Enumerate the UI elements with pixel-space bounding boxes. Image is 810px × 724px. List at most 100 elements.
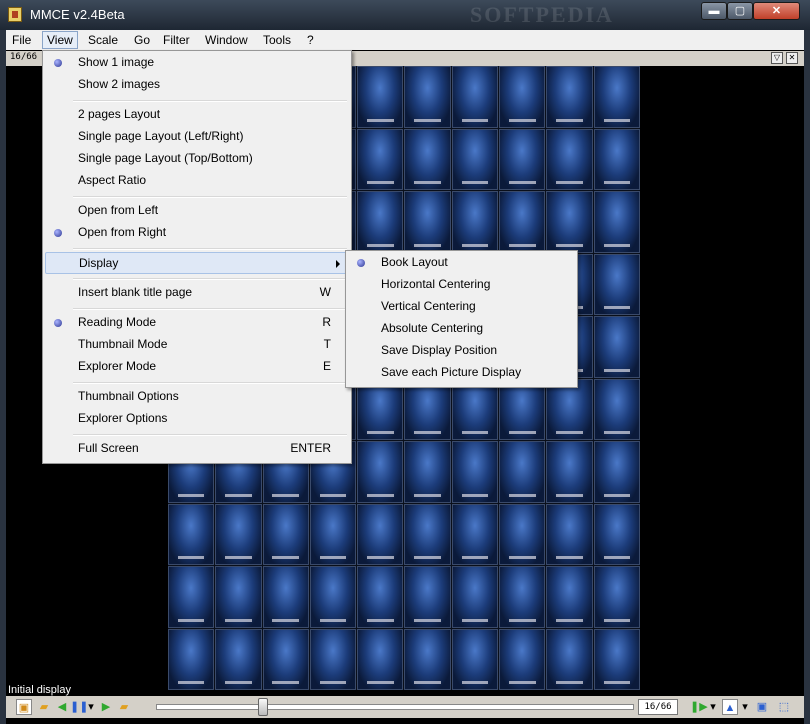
thumbnail[interactable]: [357, 441, 404, 503]
thumbnail[interactable]: [357, 628, 404, 690]
thumbnail[interactable]: [546, 628, 593, 690]
thumbnail[interactable]: [357, 66, 404, 128]
thumbnail[interactable]: [593, 566, 640, 628]
thumbnail[interactable]: [451, 628, 499, 690]
thumbnail[interactable]: [499, 128, 546, 190]
menu-filter[interactable]: Filter: [159, 32, 194, 48]
thumbnail[interactable]: [357, 191, 404, 253]
submenu-item-save-display-position[interactable]: Save Display Position: [348, 340, 575, 362]
thumbnail[interactable]: [546, 441, 593, 503]
thumbnail[interactable]: [499, 628, 546, 690]
open-folder-icon[interactable]: ▰: [36, 699, 52, 715]
thumbnail[interactable]: [593, 66, 640, 128]
thumbnail[interactable]: [593, 191, 640, 253]
menu-item-2-pages-layout[interactable]: 2 pages Layout: [45, 104, 349, 126]
thumbnail[interactable]: [593, 503, 640, 565]
menu-window[interactable]: Window: [201, 32, 252, 48]
pagebar-dropdown-button[interactable]: ▽: [771, 52, 783, 64]
slider-thumb[interactable]: [258, 698, 268, 716]
menu-item-display[interactable]: Display: [45, 252, 349, 274]
thumbnail[interactable]: [404, 128, 451, 190]
thumbnail[interactable]: [593, 378, 640, 440]
menu-go[interactable]: Go: [130, 32, 154, 48]
thumbnail[interactable]: [593, 316, 640, 378]
menu-item-single-page-left-right[interactable]: Single page Layout (Left/Right): [45, 126, 349, 148]
thumbnail[interactable]: [168, 628, 215, 690]
thumbnail[interactable]: [215, 566, 262, 628]
thumbnail[interactable]: [309, 503, 357, 565]
menu-item-open-from-right[interactable]: Open from Right: [45, 222, 349, 244]
image-icon[interactable]: ▣: [754, 699, 770, 715]
menu-item-show-1-image[interactable]: Show 1 image: [45, 52, 349, 74]
menu-item-thumbnail-options[interactable]: Thumbnail Options: [45, 386, 349, 408]
app-icon[interactable]: [8, 7, 22, 22]
thumbnail[interactable]: [499, 66, 546, 128]
pagebar-close-button[interactable]: ✕: [786, 52, 798, 64]
submenu-item-horizontal-centering[interactable]: Horizontal Centering: [348, 274, 575, 296]
thumbnail[interactable]: [593, 253, 640, 315]
thumbnail[interactable]: [499, 503, 546, 565]
thumbnail[interactable]: [357, 566, 404, 628]
dropdown-arrow-icon[interactable]: ▾: [708, 699, 718, 715]
submenu-item-book-layout[interactable]: Book Layout: [348, 252, 575, 274]
thumbnail[interactable]: [168, 566, 215, 628]
thumbnail[interactable]: [499, 566, 546, 628]
menu-item-full-screen[interactable]: Full Screen ENTER: [45, 438, 349, 460]
folder-next-icon[interactable]: ▰: [116, 699, 132, 715]
menu-help[interactable]: ?: [303, 32, 318, 48]
page-number-field[interactable]: 16/66: [638, 699, 678, 715]
thumbnail[interactable]: [357, 128, 404, 190]
previous-arrow-icon[interactable]: ◀: [54, 699, 70, 715]
thumbnail[interactable]: [215, 628, 262, 690]
thumbnail[interactable]: [451, 128, 499, 190]
thumbnail[interactable]: [404, 441, 451, 503]
thumbnail[interactable]: [499, 191, 546, 253]
thumbnail[interactable]: [546, 128, 593, 190]
menu-file[interactable]: File: [8, 32, 35, 48]
menu-item-single-page-top-bottom[interactable]: Single page Layout (Top/Bottom): [45, 148, 349, 170]
thumbnail[interactable]: [593, 128, 640, 190]
thumbnail[interactable]: [451, 566, 499, 628]
thumbnail[interactable]: [451, 66, 499, 128]
submenu-item-save-each-picture-display[interactable]: Save each Picture Display: [348, 362, 575, 384]
thumbnail[interactable]: [593, 441, 640, 503]
thumbnail[interactable]: [404, 628, 451, 690]
menu-view[interactable]: View: [42, 31, 78, 49]
maximize-button[interactable]: ▢: [727, 2, 753, 20]
fullscreen-icon[interactable]: ⬚: [776, 699, 792, 715]
fit-icon[interactable]: ▲: [722, 699, 738, 715]
menu-item-explorer-options[interactable]: Explorer Options: [45, 408, 349, 430]
page-slider[interactable]: [156, 704, 634, 710]
menu-item-open-from-left[interactable]: Open from Left: [45, 200, 349, 222]
thumbnail[interactable]: [546, 503, 593, 565]
menu-item-insert-blank-title-page[interactable]: Insert blank title page W: [45, 282, 349, 304]
thumbnail[interactable]: [357, 503, 404, 565]
dropdown-arrow-icon[interactable]: ▾: [86, 699, 96, 715]
thumbnail[interactable]: [215, 503, 262, 565]
thumbnail[interactable]: [499, 441, 546, 503]
minimize-button[interactable]: ▬: [701, 2, 727, 20]
thumbnail[interactable]: [451, 191, 499, 253]
thumbnail[interactable]: [168, 503, 215, 565]
menu-item-thumbnail-mode[interactable]: Thumbnail Mode T: [45, 334, 349, 356]
thumbnail[interactable]: [262, 503, 309, 565]
thumbnail[interactable]: [404, 503, 451, 565]
thumbnail[interactable]: [309, 628, 357, 690]
dropdown-arrow-icon[interactable]: ▾: [740, 699, 750, 715]
thumbnail[interactable]: [404, 191, 451, 253]
menu-item-explorer-mode[interactable]: Explorer Mode E: [45, 356, 349, 378]
menu-item-show-2-images[interactable]: Show 2 images: [45, 74, 349, 96]
menu-scale[interactable]: Scale: [84, 32, 122, 48]
thumbnail[interactable]: [593, 628, 640, 690]
thumbnail[interactable]: [546, 191, 593, 253]
submenu-item-absolute-centering[interactable]: Absolute Centering: [348, 318, 575, 340]
thumbnail[interactable]: [262, 628, 309, 690]
menu-tools[interactable]: Tools: [259, 32, 295, 48]
thumbnail[interactable]: [404, 66, 451, 128]
submenu-item-vertical-centering[interactable]: Vertical Centering: [348, 296, 575, 318]
thumbnail[interactable]: [262, 566, 309, 628]
thumbnail[interactable]: [404, 566, 451, 628]
thumbnail[interactable]: [546, 66, 593, 128]
menu-item-reading-mode[interactable]: Reading Mode R: [45, 312, 349, 334]
menu-item-aspect-ratio[interactable]: Aspect Ratio: [45, 170, 349, 192]
